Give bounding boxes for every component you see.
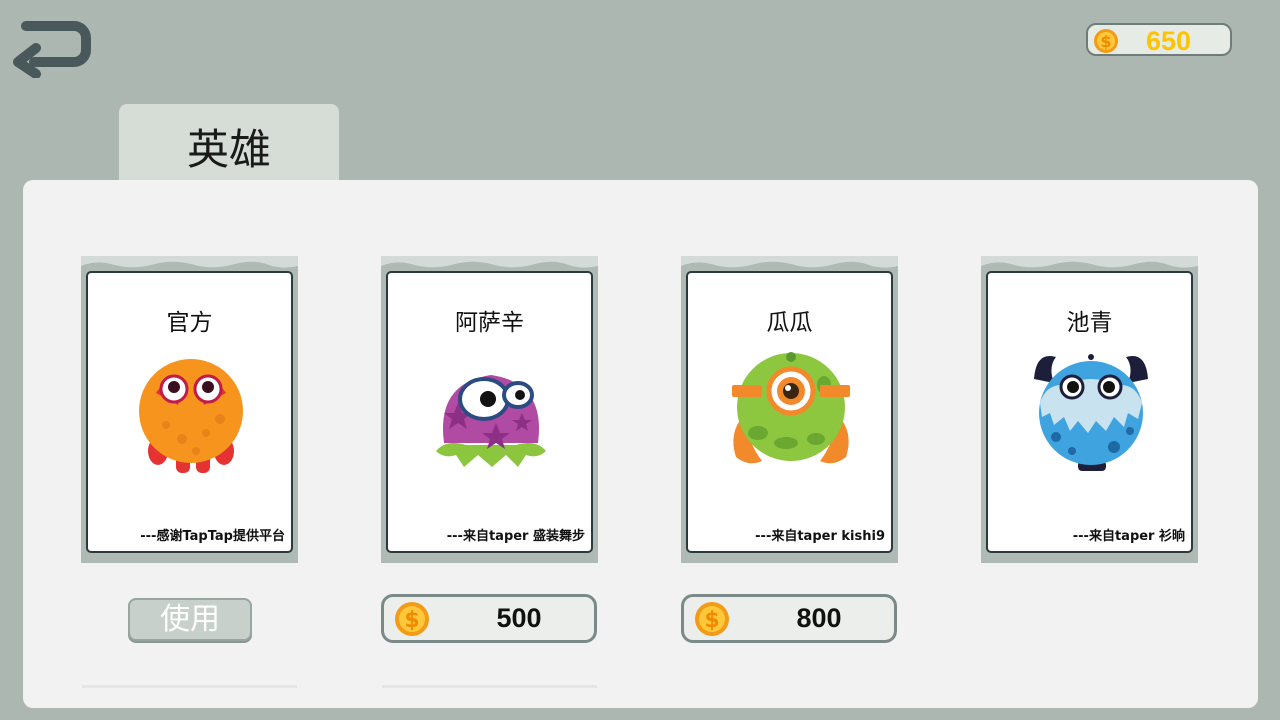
svg-text:$: $ [1100, 32, 1111, 51]
buy-hero-button[interactable]: $ 800 [681, 594, 897, 643]
dollar-coin-icon: $ [695, 602, 729, 636]
hero-card-guagua[interactable]: 瓜瓜 ---来自taper kishi9 [681, 256, 898, 563]
back-button[interactable] [12, 16, 94, 79]
coin-balance: $ 650 [1086, 23, 1232, 56]
hero-credit: ---来自taper kishi9 [755, 529, 885, 544]
hero-price: 800 [796, 603, 842, 633]
hero-card-chiqing[interactable]: 池青 ---来自taper 衫晌 [981, 256, 1198, 563]
card-face: 官方 ---感谢TapTap提供平台 [86, 271, 293, 553]
hero-name: 官方 [166, 310, 213, 336]
return-arrow-icon [13, 21, 91, 79]
dollar-coin-icon: $ [1094, 29, 1118, 53]
row-divider [82, 685, 297, 688]
buy-hero-button[interactable]: $ 500 [381, 594, 597, 643]
svg-text:$: $ [404, 608, 419, 633]
card-face: 阿萨辛 ---来自taper 盛装舞步 [386, 271, 593, 553]
card-face: 池青 ---来自taper 衫晌 [986, 271, 1193, 553]
hero-name: 瓜瓜 [766, 310, 813, 336]
orange-monster-icon [139, 359, 243, 473]
hero-credit: ---来自taper 衫晌 [1072, 529, 1185, 544]
card-frame-decoration [981, 256, 1198, 268]
card-frame-decoration [681, 256, 898, 268]
svg-text:$: $ [704, 608, 719, 633]
use-hero-button[interactable]: 使用 [128, 598, 252, 641]
card-frame-decoration [81, 256, 298, 268]
green-cyclops-monster-icon [732, 352, 850, 464]
tab-heroes[interactable]: 英雄 [119, 104, 339, 184]
hero-card-official[interactable]: 官方 ---感谢TapTap提供平台 [81, 256, 298, 563]
blue-furry-monster-icon [1034, 354, 1148, 471]
hero-card-assassin[interactable]: 阿萨辛 ---来自taper 盛装舞步 [381, 256, 598, 563]
hero-name: 池青 [1066, 310, 1113, 336]
tab-heroes-label: 英雄 [186, 125, 271, 174]
hero-credit: ---感谢TapTap提供平台 [140, 529, 285, 544]
purple-monster-icon [436, 375, 546, 467]
hero-price: 500 [496, 603, 542, 633]
hero-credit: ---来自taper 盛装舞步 [446, 529, 585, 544]
dollar-coin-icon: $ [395, 602, 429, 636]
hero-name: 阿萨辛 [455, 310, 524, 336]
card-frame-decoration [381, 256, 598, 268]
coin-balance-value: 650 [1146, 26, 1192, 56]
row-divider [382, 685, 597, 688]
card-face: 瓜瓜 ---来自taper kishi9 [686, 271, 893, 553]
